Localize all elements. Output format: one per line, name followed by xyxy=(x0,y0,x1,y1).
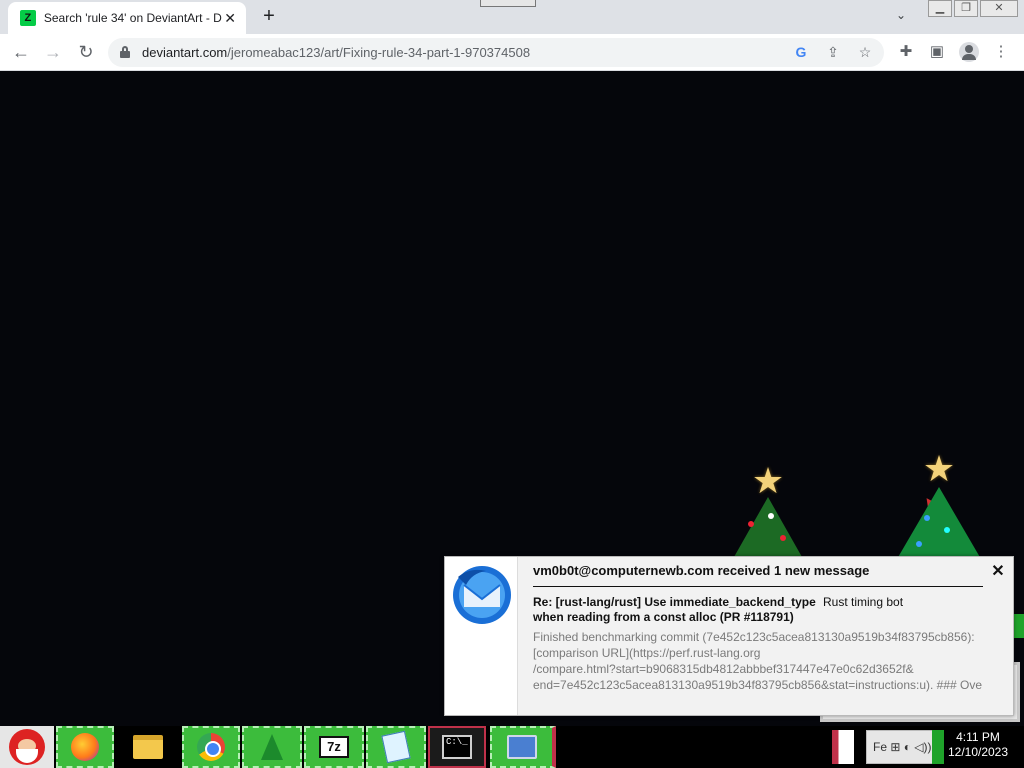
tray-flag-decoration xyxy=(832,730,854,764)
clock-date: 12/10/2023 xyxy=(947,745,1009,759)
url-text[interactable]: deviantart.com/jeromeabac123/art/Fixing-… xyxy=(142,45,530,60)
forward-arrow-icon[interactable]: → xyxy=(42,41,64,63)
address-bar[interactable]: deviantart.com/jeromeabac123/art/Fixing-… xyxy=(108,38,884,67)
preview-line: [comparison URL](https://perf.rust-lang.… xyxy=(533,646,761,660)
preview-line: Finished benchmarking commit (7e452c123c… xyxy=(533,630,975,644)
notification-title: vm0b0t@computernewb.com received 1 new m… xyxy=(533,563,983,587)
taskbar-clock[interactable]: 4:11 PM 12/10/2023 xyxy=(944,730,1012,764)
start-button[interactable] xyxy=(0,726,54,768)
christmas-tree-decoration: ★ xyxy=(728,463,808,558)
close-icon[interactable]: ✕ xyxy=(989,563,1007,581)
email-sender: Rust timing bot xyxy=(823,595,904,609)
menu-icon[interactable]: ⋮ xyxy=(991,42,1011,62)
lock-icon[interactable] xyxy=(120,46,130,58)
reload-icon[interactable]: ↻ xyxy=(75,41,97,63)
tab-strip: Z Search 'rule 34' on DeviantArt - D ✕ +… xyxy=(0,0,1024,34)
taskbar-notepad[interactable] xyxy=(366,726,426,768)
christmas-tree-decoration: ★ xyxy=(894,451,984,561)
deviantart-favicon-icon: Z xyxy=(20,10,36,26)
star-icon: ★ xyxy=(751,460,785,501)
taskbar-christmas-tree[interactable] xyxy=(242,726,302,768)
notification-icon-panel xyxy=(445,557,518,715)
tab-search-icon[interactable]: ⌄ xyxy=(896,8,906,22)
folder-icon xyxy=(133,735,163,759)
taskbar: 7z C:\_ Fe ⊞ ◐ ◁)) 4:11 PM 12/10/2023 xyxy=(0,726,1024,768)
back-arrow-icon[interactable]: ← xyxy=(10,41,32,63)
tray-flag-decoration xyxy=(932,730,944,764)
taskbar-command-prompt[interactable]: C:\_ xyxy=(428,726,486,768)
caption-drag-handle[interactable] xyxy=(480,0,536,7)
new-tab-button[interactable]: + xyxy=(258,6,280,28)
taskbar-remote-desktop[interactable] xyxy=(490,726,556,768)
santa-icon xyxy=(9,729,45,765)
christmas-tree-icon xyxy=(261,734,283,760)
tab-title: Search 'rule 34' on DeviantArt - D xyxy=(43,11,222,25)
taskbar-file-explorer[interactable] xyxy=(118,726,178,768)
taskbar-firefox[interactable] xyxy=(56,726,114,768)
command-prompt-icon: C:\_ xyxy=(442,735,472,759)
email-notification[interactable]: vm0b0t@computernewb.com received 1 new m… xyxy=(444,556,1014,716)
clock-time: 4:11 PM xyxy=(956,730,1000,744)
browser-toolbar: ← → ↻ deviantart.com/jeromeabac123/art/F… xyxy=(0,34,1024,71)
extensions-icon[interactable]: ✚ xyxy=(896,42,916,62)
taskbar-chrome[interactable] xyxy=(182,726,240,768)
remote-desktop-icon xyxy=(507,735,537,759)
star-icon: ★ xyxy=(922,448,956,489)
firefox-icon xyxy=(71,733,99,761)
preview-line: end=7e452c123c5acea813130a9519b34f83795c… xyxy=(533,678,983,692)
profile-icon[interactable] xyxy=(959,42,979,62)
thunderbird-icon xyxy=(453,566,511,624)
share-icon[interactable]: ⇪ xyxy=(824,43,842,61)
chrome-icon xyxy=(197,733,225,761)
close-window-button[interactable]: ✕ xyxy=(980,0,1018,17)
taskbar-7zip[interactable]: 7z xyxy=(304,726,364,768)
7zip-icon: 7z xyxy=(319,736,349,758)
bookmark-star-icon[interactable]: ☆ xyxy=(856,43,874,61)
background-window-edge xyxy=(1014,614,1024,638)
restore-button[interactable]: ❐ xyxy=(954,0,978,17)
google-icon[interactable]: G xyxy=(792,43,810,61)
browser-tab[interactable]: Z Search 'rule 34' on DeviantArt - D ✕ xyxy=(8,2,246,34)
email-preview: Finished benchmarking commit (7e452c123c… xyxy=(533,629,1003,693)
notepad-icon xyxy=(381,730,411,764)
side-panel-icon[interactable]: ▣ xyxy=(927,42,947,62)
tab-close-icon[interactable]: ✕ xyxy=(222,10,238,27)
minimize-button[interactable]: ▁ xyxy=(928,0,952,17)
email-subject: Re: [rust-lang/rust] Use immediate_backe… xyxy=(533,595,816,624)
preview-line: /compare.html?start=b9068315db4812abbbef… xyxy=(533,662,914,676)
